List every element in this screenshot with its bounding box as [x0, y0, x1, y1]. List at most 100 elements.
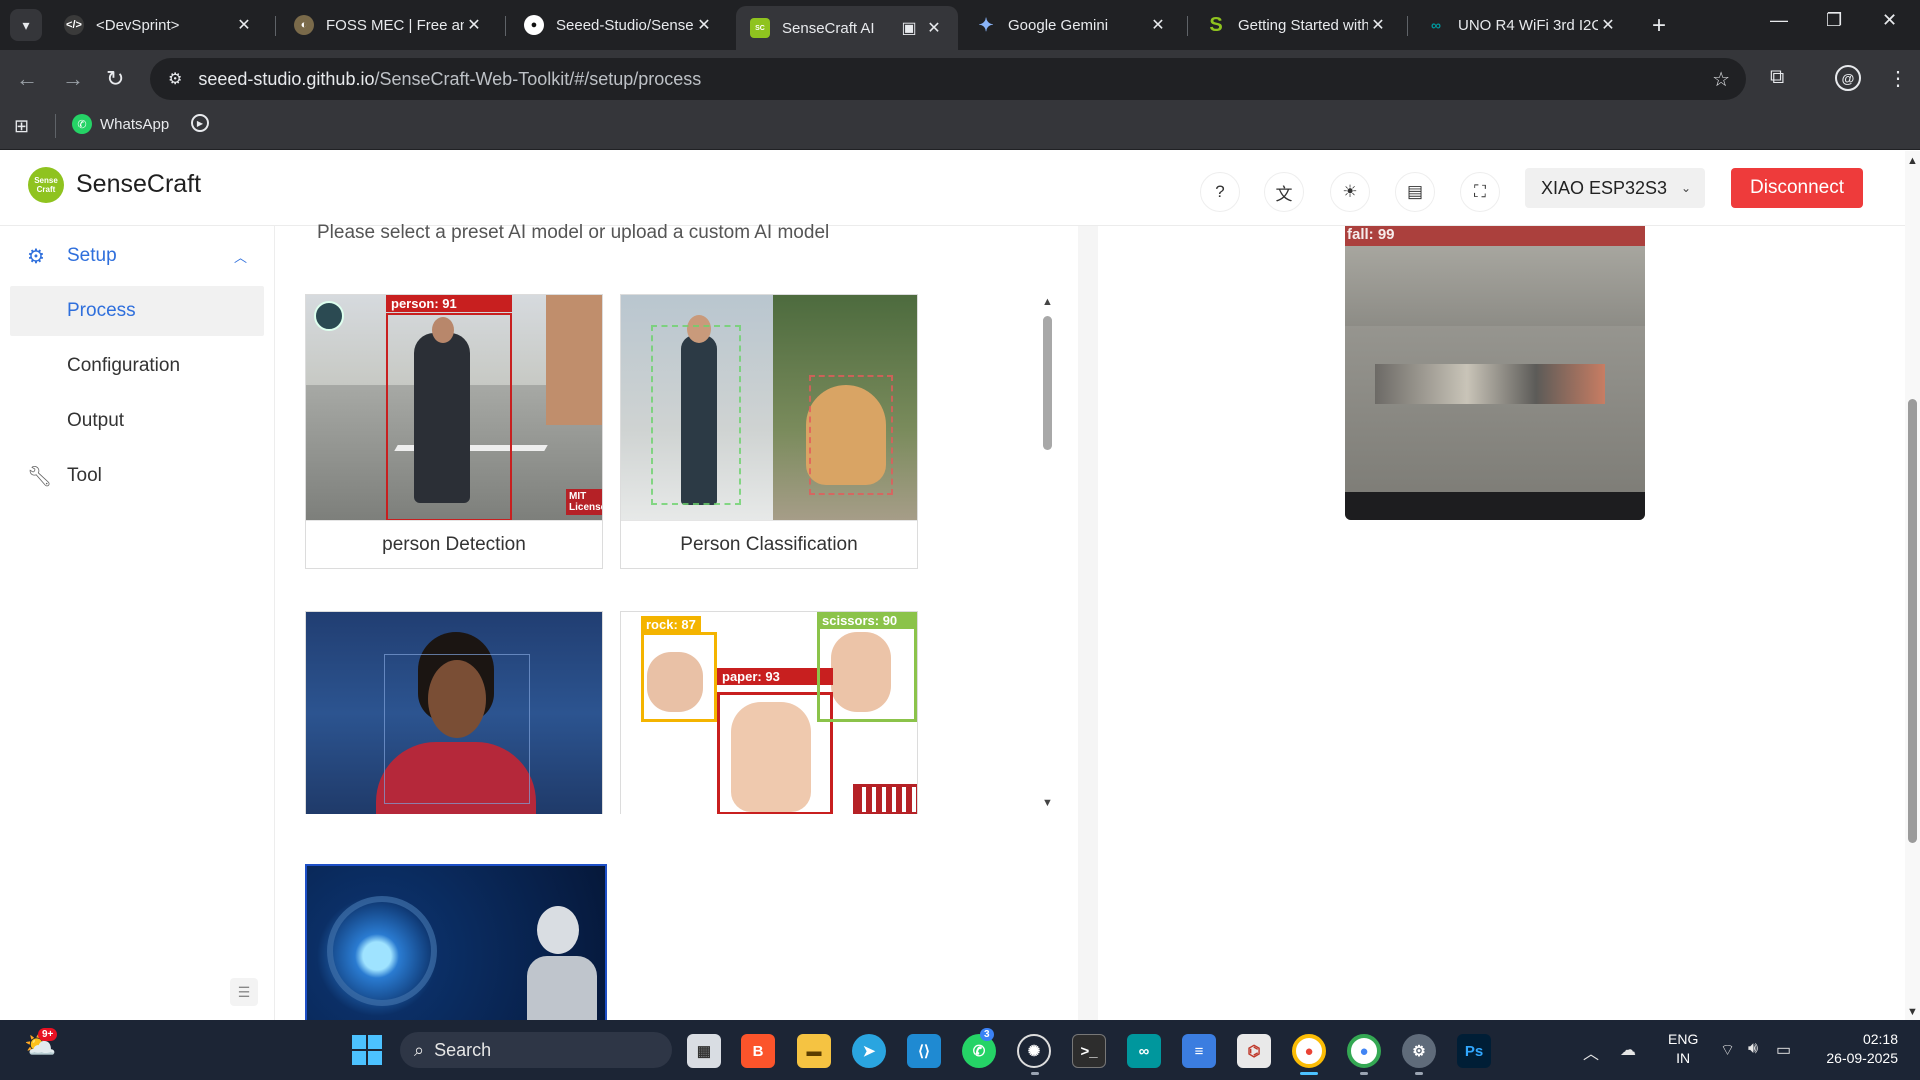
license-badge — [853, 784, 917, 814]
fullscreen-icon[interactable]: ⛶ — [1460, 172, 1500, 212]
terminal-icon[interactable]: >_ — [1072, 1034, 1106, 1068]
url-bar[interactable]: ⚙ seeed-studio.github.io/SenseCraft-Web-… — [150, 58, 1746, 100]
sensecraft-logo[interactable]: Sense Craft — [28, 167, 64, 203]
scroll-up-icon[interactable]: ▲ — [1907, 155, 1918, 167]
site-info-icon[interactable]: ⚙ — [168, 69, 182, 89]
page-scrollbar[interactable]: ▲ ▼ — [1905, 151, 1920, 1020]
browser-tab[interactable]: ◐ FOSS MEC | Free and ✕ — [280, 6, 498, 44]
bookmark-star-icon[interactable]: ☆ — [1712, 67, 1730, 92]
minimize-icon[interactable]: — — [1770, 10, 1788, 31]
theme-icon[interactable]: ☀ — [1330, 172, 1370, 212]
scroll-up-icon[interactable]: ▲ — [1042, 296, 1053, 308]
taskbar-search[interactable]: ⌕ Search — [400, 1032, 672, 1068]
telegram-icon[interactable]: ➤ — [852, 1034, 886, 1068]
profile-icon[interactable]: @ — [1835, 65, 1861, 91]
window-close-icon[interactable]: ✕ — [1882, 10, 1897, 31]
language-indicator[interactable]: ENG IN — [1668, 1030, 1698, 1068]
tab-title: FOSS MEC | Free and — [326, 16, 464, 34]
brave-icon[interactable]: B — [741, 1034, 775, 1068]
play-icon[interactable]: ▶ — [191, 114, 209, 132]
model-card-face[interactable] — [305, 611, 603, 814]
notepad-icon[interactable]: ≡ — [1182, 1034, 1216, 1068]
model-card-custom[interactable] — [305, 864, 607, 1020]
document-icon[interactable]: ▤ — [1395, 172, 1435, 212]
scroll-down-icon[interactable]: ▼ — [1907, 1006, 1918, 1018]
model-type-icon — [314, 301, 344, 331]
translate-icon[interactable]: 文 — [1264, 172, 1304, 212]
url-text[interactable]: seeed-studio.github.io/SenseCraft-Web-To… — [198, 69, 701, 90]
bounding-box — [641, 632, 717, 722]
bookmark-whatsapp[interactable]: ✆ WhatsApp — [72, 114, 169, 134]
sidebar-item-tool[interactable]: 🔧︎ Tool — [0, 452, 275, 500]
model-card-rock-paper-scissors[interactable]: rock: 87 paper: 93 scissors: 90 — [620, 611, 918, 814]
language-code: ENG — [1668, 1031, 1699, 1047]
browser-tab[interactable]: </> <DevSprint> ✕ — [50, 6, 268, 44]
wifi-icon[interactable]: ⌔ — [1720, 1040, 1735, 1060]
kicad-icon[interactable]: ⌬ — [1237, 1034, 1271, 1068]
taskbar-search-label: Search — [434, 1039, 492, 1060]
browser-tab[interactable]: ● Seeed-Studio/SenseC ✕ — [510, 6, 728, 44]
chrome-icon[interactable]: ● — [1292, 1034, 1326, 1068]
close-icon[interactable]: ✕ — [1598, 15, 1618, 35]
detection-label: person: 91 — [386, 295, 512, 312]
arduino-icon[interactable]: ∞ — [1127, 1034, 1161, 1068]
system-clock[interactable]: 02:18 26-09-2025 — [1818, 1030, 1898, 1068]
model-card-caption: person Detection — [306, 520, 602, 568]
sidebar-item-configuration[interactable]: Configuration — [10, 341, 264, 391]
browser-tab[interactable]: S Getting Started with ✕ — [1192, 6, 1402, 44]
apps-grid-icon[interactable]: ⊞ — [14, 116, 29, 137]
more-menu-icon[interactable]: ⋮ — [1888, 66, 1908, 91]
tab-title: UNO R4 WiFi 3rd I2C — [1458, 16, 1598, 34]
vscode-icon[interactable]: ⟨⟩ — [907, 1034, 941, 1068]
chevron-up-icon[interactable]: ︿ — [1583, 1040, 1599, 1064]
browser-tab[interactable]: ∞ UNO R4 WiFi 3rd I2C ✕ — [1412, 6, 1632, 44]
reload-icon[interactable]: ↻ — [106, 66, 124, 92]
browser-tab-active[interactable]: SC SenseCraft AI ▣ ✕ — [736, 6, 958, 50]
back-icon[interactable]: ← — [16, 66, 38, 92]
sidebar-item-setup[interactable]: ⚙ Setup ︿ — [0, 232, 275, 280]
chatgpt-icon[interactable]: ✺ — [1017, 1034, 1051, 1068]
model-card-person-detection[interactable]: person: 91 MIT License person Detection — [305, 294, 603, 569]
extensions-icon[interactable]: ⧉ — [1770, 66, 1784, 89]
disconnect-button[interactable]: Disconnect — [1731, 168, 1863, 208]
start-button[interactable] — [352, 1035, 382, 1065]
tab-title: <DevSprint> — [96, 16, 180, 34]
close-icon[interactable]: ✕ — [1368, 15, 1388, 35]
brand-name: SenseCraft — [76, 170, 202, 198]
chrome-profile-icon[interactable]: ● — [1347, 1034, 1381, 1068]
new-tab-icon[interactable]: + — [1652, 12, 1666, 40]
model-card-person-classification[interactable]: Person Classification — [620, 294, 918, 569]
restore-icon[interactable]: ❐ — [1826, 10, 1842, 31]
tab-title: SenseCraft AI — [782, 19, 875, 37]
page-scroll-thumb[interactable] — [1908, 399, 1917, 843]
model-list-scrollbar[interactable] — [1043, 316, 1052, 450]
close-icon[interactable]: ✕ — [464, 15, 484, 35]
tab-search-button[interactable]: ▾ — [10, 9, 42, 41]
sidebar-item-label: Setup — [67, 245, 117, 266]
license-badge: MIT License — [566, 489, 602, 515]
tab-media-icon[interactable]: ▣ — [894, 18, 924, 38]
device-select-value: XIAO ESP32S3 — [1541, 177, 1668, 198]
forward-icon[interactable]: → — [62, 66, 84, 92]
settings-icon[interactable]: ⚙ — [1402, 1034, 1436, 1068]
detection-label: paper: 93 — [717, 668, 833, 685]
cloud-icon[interactable]: ☁ — [1620, 1040, 1636, 1060]
close-icon[interactable]: ✕ — [234, 15, 254, 35]
photoshop-icon[interactable]: Ps — [1457, 1034, 1491, 1068]
browser-tab[interactable]: ✦ Google Gemini ✕ — [962, 6, 1182, 44]
volume-icon[interactable]: 🔊︎ — [1748, 1040, 1758, 1058]
task-view-icon[interactable]: ▦ — [687, 1034, 721, 1068]
sidebar-item-process[interactable]: Process — [10, 286, 264, 336]
running-indicator — [1415, 1072, 1423, 1075]
close-icon[interactable]: ✕ — [1148, 15, 1168, 35]
tab-title: Getting Started with — [1238, 16, 1368, 34]
close-icon[interactable]: ✕ — [694, 15, 714, 35]
battery-icon[interactable]: ▭ — [1776, 1040, 1791, 1060]
file-explorer-icon[interactable]: ▬ — [797, 1034, 831, 1068]
device-select[interactable]: XIAO ESP32S3 ⌄ — [1525, 168, 1705, 208]
sidebar-item-output[interactable]: Output — [10, 396, 264, 446]
scroll-down-icon[interactable]: ▼ — [1042, 797, 1053, 809]
help-icon[interactable]: ? — [1200, 172, 1240, 212]
close-icon[interactable]: ✕ — [924, 18, 944, 38]
collapse-sidebar-icon[interactable]: ☰ — [230, 978, 258, 1006]
